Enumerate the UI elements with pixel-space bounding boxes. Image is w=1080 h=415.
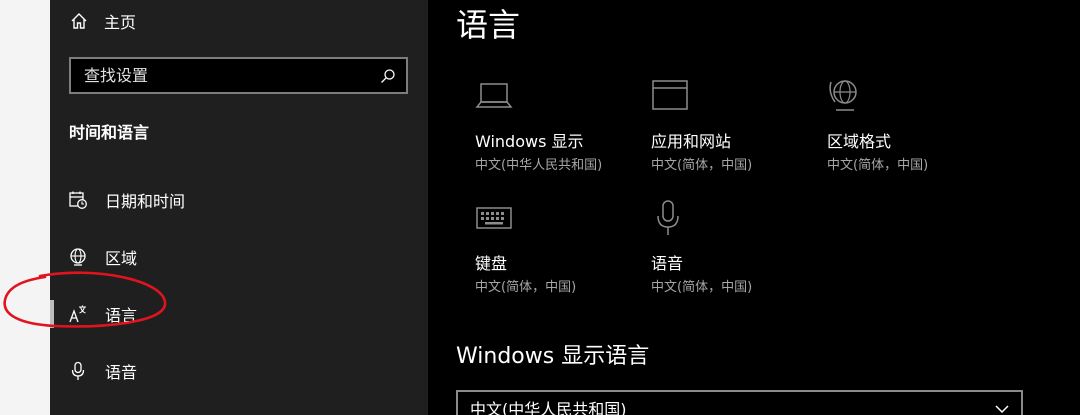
browser-window-icon — [652, 80, 688, 110]
home-label: 主页 — [104, 13, 137, 32]
display-language-heading: Windows 显示语言 — [456, 344, 650, 369]
tile-regional-format[interactable]: 区域格式 中文(简体，中国) — [827, 78, 1002, 188]
sidebar-item-date-time[interactable]: 日期和时间 — [50, 180, 428, 220]
page-title: 语言 — [456, 6, 521, 44]
globe-icon — [68, 247, 88, 267]
globe-format-icon — [829, 80, 857, 111]
tile-subtitle: 中文(简体，中国) — [827, 158, 929, 173]
tile-apps-websites[interactable]: 应用和网站 中文(简体，中国) — [651, 78, 826, 188]
display-language-dropdown[interactable]: 中文(中华人民共和国) — [456, 390, 1023, 415]
sidebar-item-label: 区域 — [105, 249, 138, 268]
sidebar-item-region[interactable]: 区域 — [50, 237, 428, 277]
main-content: 语言 Windows 显示 中文(中华人民共和国) 应用和网站 中文(简体，中国… — [428, 0, 1080, 415]
chevron-down-icon — [995, 405, 1009, 414]
language-icon — [68, 304, 88, 324]
tile-name: Windows 显示 — [475, 132, 584, 151]
section-title: 时间和语言 — [69, 123, 150, 142]
microphone-icon — [657, 200, 679, 235]
search-input[interactable] — [84, 66, 364, 85]
sidebar-item-label: 日期和时间 — [105, 192, 186, 211]
calendar-clock-icon — [68, 190, 88, 210]
tile-subtitle: 中文(简体，中国) — [475, 280, 577, 295]
dropdown-selected-value: 中文(中华人民共和国) — [470, 400, 627, 415]
tile-subtitle: 中文(中华人民共和国) — [475, 158, 603, 173]
keyboard-icon — [476, 207, 512, 229]
tile-windows-display[interactable]: Windows 显示 中文(中华人民共和国) — [475, 78, 650, 188]
tile-name: 应用和网站 — [651, 132, 732, 151]
laptop-icon — [475, 83, 513, 108]
tile-name: 键盘 — [475, 254, 508, 273]
tile-name: 区域格式 — [827, 132, 892, 151]
search-box[interactable] — [69, 57, 408, 94]
microphone-icon — [68, 361, 88, 381]
sidebar-item-language[interactable]: 语言 — [50, 294, 428, 334]
home-icon — [71, 13, 87, 29]
home-nav-item[interactable]: 主页 — [70, 8, 136, 34]
tile-subtitle: 中文(简体，中国) — [651, 158, 753, 173]
tile-keyboard[interactable]: 键盘 中文(简体，中国) — [475, 200, 650, 310]
sidebar-item-label: 语言 — [105, 306, 138, 325]
tile-speech[interactable]: 语音 中文(简体，中国) — [651, 200, 826, 310]
sidebar-item-speech[interactable]: 语音 — [50, 351, 428, 391]
tile-subtitle: 中文(简体，中国) — [651, 280, 753, 295]
tile-name: 语音 — [651, 254, 684, 273]
settings-sidebar: 主页 时间和语言 日期和时间 — [50, 0, 428, 415]
sidebar-item-label: 语音 — [105, 363, 138, 382]
left-margin — [0, 0, 50, 415]
search-icon[interactable] — [380, 68, 396, 84]
